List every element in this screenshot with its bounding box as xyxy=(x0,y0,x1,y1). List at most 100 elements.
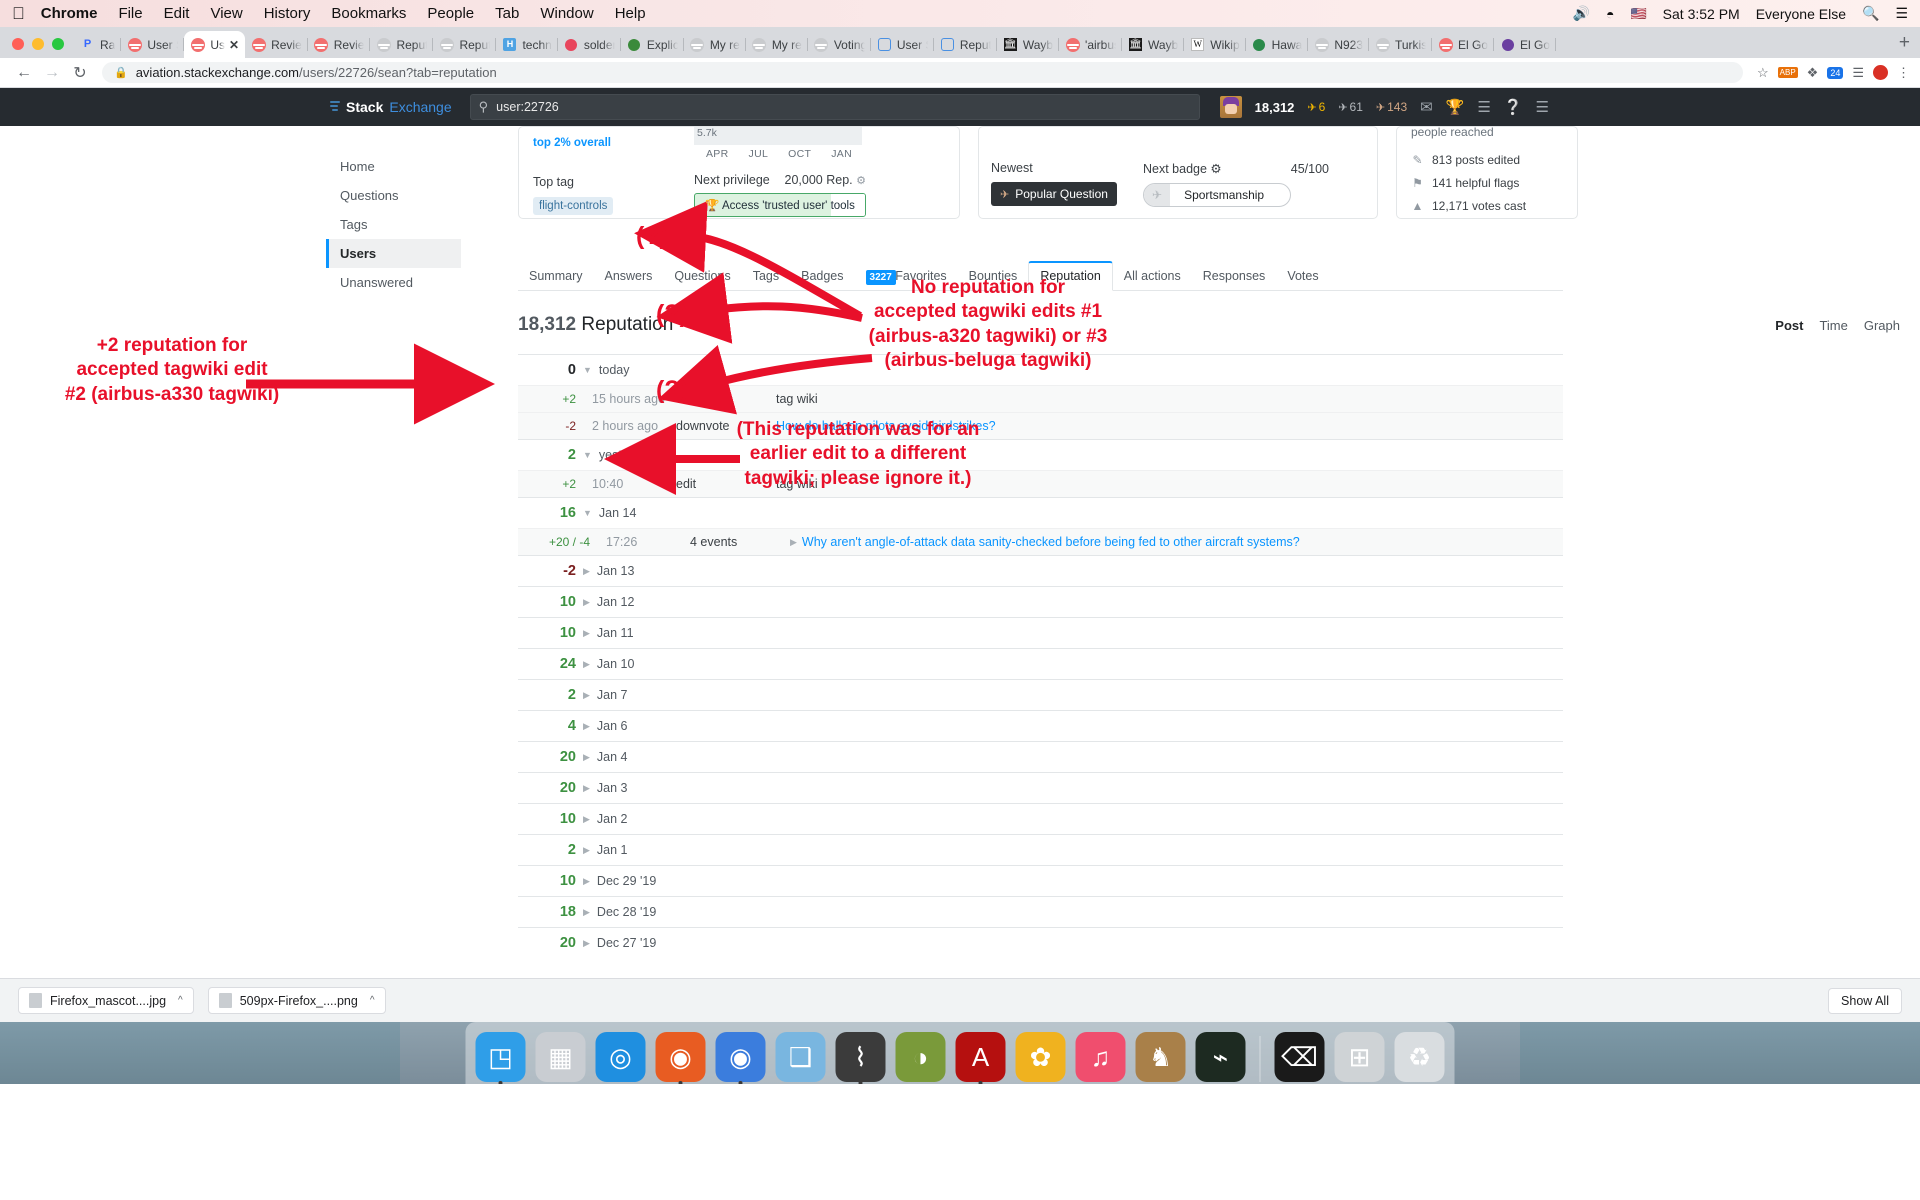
reputation-group-row[interactable]: 24 ▶ Jan 10 xyxy=(518,648,1563,679)
sidebar-item-unanswered[interactable]: Unanswered xyxy=(326,268,461,297)
dock-item-music[interactable]: ♫ xyxy=(1075,1032,1126,1082)
browser-tab-21[interactable]: Turkis xyxy=(1369,31,1432,58)
dock-item-gimp[interactable]: ◑ xyxy=(895,1032,946,1082)
gear-icon[interactable]: ⚙ xyxy=(856,175,866,187)
reload-button[interactable]: ↻ xyxy=(66,63,94,83)
dock-item-terminal[interactable]: ⌫ xyxy=(1274,1032,1325,1082)
address-bar[interactable]: 🔒 aviation.stackexchange.com/users/22726… xyxy=(102,62,1743,83)
event-title[interactable]: Why aren't angle-of-attack data sanity-c… xyxy=(802,535,1300,549)
chevron-right-icon[interactable]: ▶ xyxy=(583,876,590,887)
tab-votes[interactable]: Votes xyxy=(1276,263,1329,290)
reputation-group-row[interactable]: -2 ▶ Jan 13 xyxy=(518,555,1563,586)
chevron-right-icon[interactable]: ▶ xyxy=(583,783,590,794)
browser-tab-2[interactable]: Us ✕ xyxy=(184,31,246,58)
expand-triangle-icon[interactable]: ▶ xyxy=(790,537,797,548)
reputation-group-row[interactable]: 10 ▶ Jan 12 xyxy=(518,586,1563,617)
chevron-right-icon[interactable]: ▶ xyxy=(583,690,590,701)
chevron-down-icon[interactable]: ▼ xyxy=(583,450,592,460)
dock-item-safari[interactable]: ◎ xyxy=(595,1032,646,1082)
bronze-badge-count[interactable]: ✈ 143 xyxy=(1376,100,1407,114)
chevron-right-icon[interactable]: ▶ xyxy=(583,659,590,670)
browser-tab-17[interactable]: 🏛 Wayb xyxy=(1122,31,1185,58)
rep-view-time[interactable]: Time xyxy=(1819,318,1847,333)
chrome-menu-icon[interactable]: ⋮ xyxy=(1897,65,1910,81)
back-button[interactable]: ← xyxy=(10,64,38,82)
chevron-right-icon[interactable]: ▶ xyxy=(583,597,590,608)
dock-item-calculator[interactable]: ⊞ xyxy=(1334,1032,1385,1082)
reputation-group-row[interactable]: 18 ▶ Dec 28 '19 xyxy=(518,896,1563,927)
chevron-right-icon[interactable]: ▶ xyxy=(583,845,590,856)
user-menu[interactable]: Everyone Else xyxy=(1756,6,1846,22)
browser-tab-9[interactable]: Explic xyxy=(621,31,684,58)
dock-item-firefox[interactable]: ◉ xyxy=(655,1032,706,1084)
browser-tab-10[interactable]: My re xyxy=(684,31,746,58)
reputation-event-row[interactable]: +2 10:40 edit tag wiki xyxy=(518,470,1563,497)
menu-item-file[interactable]: File xyxy=(118,5,142,22)
forward-button[interactable]: → xyxy=(38,64,66,82)
close-tab-button[interactable]: ✕ xyxy=(229,38,239,52)
browser-tab-19[interactable]: Hawa xyxy=(1246,31,1309,58)
achievements-icon[interactable]: 🏆 xyxy=(1446,98,1465,116)
rep-view-graph[interactable]: Graph xyxy=(1864,318,1900,333)
search-input[interactable]: ⚲ user:22726 xyxy=(469,94,1200,120)
chevron-right-icon[interactable]: ▶ xyxy=(583,814,590,825)
dock-item-activity-monitor[interactable]: ⌁ xyxy=(1195,1032,1246,1082)
tab-tags[interactable]: Tags xyxy=(742,263,790,290)
dock-item-photos[interactable]: ✿ xyxy=(1015,1032,1066,1082)
event-title[interactable]: How do balloon pilots avoid birdstrikes? xyxy=(776,419,996,433)
browser-tab-0[interactable]: P Ra xyxy=(74,31,122,58)
top-tag-pill[interactable]: flight-controls xyxy=(533,197,614,215)
reputation-event-row[interactable]: +20 / -4 17:26 4 events ▶ Why aren't angle-o… xyxy=(518,528,1563,555)
sidebar-item-tags[interactable]: Tags xyxy=(326,210,461,239)
browser-tab-13[interactable]: User S xyxy=(871,31,934,58)
reputation-group-row[interactable]: 0 ▼ today xyxy=(518,354,1563,385)
gold-badge-count[interactable]: ✈ 6 xyxy=(1307,100,1325,114)
menu-item-people[interactable]: People xyxy=(427,5,474,22)
chevron-down-icon[interactable]: ▼ xyxy=(583,365,592,375)
rep-view-post[interactable]: Post xyxy=(1775,318,1803,333)
browser-tab-16[interactable]: 'airbus xyxy=(1059,31,1123,58)
reputation-group-row[interactable]: 2 ▼ yesterday xyxy=(518,439,1563,470)
reputation-group-row[interactable]: 16 ▼ Jan 14 xyxy=(518,497,1563,528)
reputation-group-row[interactable]: 20 ▶ Dec 27 '19 xyxy=(518,927,1563,958)
reputation-event-row[interactable]: -2 2 hours ago downvote How do balloon pilo… xyxy=(518,412,1563,439)
tab-bounties[interactable]: Bounties xyxy=(958,263,1029,290)
tab-answers[interactable]: Answers xyxy=(593,263,663,290)
download-item[interactable]: Firefox_mascot....jpg ^ xyxy=(18,987,194,1014)
browser-tab-20[interactable]: N923 xyxy=(1308,31,1369,58)
help-icon[interactable]: ❔ xyxy=(1504,98,1523,116)
silver-badge-count[interactable]: ✈ 61 xyxy=(1338,100,1363,114)
browser-tab-1[interactable]: User S xyxy=(121,31,185,58)
browser-tab-11[interactable]: My re xyxy=(746,31,808,58)
menu-item-bookmarks[interactable]: Bookmarks xyxy=(331,5,406,22)
sidebar-item-questions[interactable]: Questions xyxy=(326,181,461,210)
minimize-window-button[interactable] xyxy=(32,38,44,50)
volume-icon[interactable]: 🔊 xyxy=(1573,5,1590,22)
dock-item-preview[interactable]: ❑ xyxy=(775,1032,826,1082)
tab-summary[interactable]: Summary xyxy=(518,263,593,290)
dock-item-chess[interactable]: ♞ xyxy=(1135,1032,1186,1082)
reputation-group-row[interactable]: 2 ▶ Jan 1 xyxy=(518,834,1563,865)
extensions-icon[interactable]: ❖ xyxy=(1807,65,1819,81)
wifi-icon[interactable]: ◓ xyxy=(1606,6,1614,22)
adblock-icon[interactable]: ABP xyxy=(1777,67,1798,78)
chevron-right-icon[interactable]: ▶ xyxy=(583,721,590,732)
dock-item-inkscape[interactable]: ⌇ xyxy=(835,1032,886,1084)
avatar[interactable] xyxy=(1219,96,1242,118)
tab-favorites[interactable]: 3227 Favorites xyxy=(855,263,958,290)
browser-tab-18[interactable]: W Wikip xyxy=(1184,31,1246,58)
chevron-down-icon[interactable]: ▼ xyxy=(583,508,592,518)
privilege-progress-bar[interactable]: 🏆 Access 'trusted user' tools xyxy=(694,193,866,217)
control-center-icon[interactable]: ☰ xyxy=(1895,5,1908,22)
site-switcher-icon[interactable]: ☰ xyxy=(1536,98,1549,116)
browser-tab-15[interactable]: 🏛 Wayb xyxy=(997,31,1060,58)
menu-item-help[interactable]: Help xyxy=(615,5,646,22)
reputation-group-row[interactable]: 4 ▶ Jan 6 xyxy=(518,710,1563,741)
sidebar-item-home[interactable]: Home xyxy=(326,152,461,181)
chevron-right-icon[interactable]: ▶ xyxy=(583,907,590,918)
browser-tab-7[interactable]: Htechn xyxy=(496,31,558,58)
bookmark-star-icon[interactable]: ☆ xyxy=(1757,65,1769,81)
dock-item-trash[interactable]: ♻ xyxy=(1394,1032,1445,1082)
inbox-icon[interactable]: ✉ xyxy=(1420,98,1433,116)
menu-item-history[interactable]: History xyxy=(264,5,311,22)
